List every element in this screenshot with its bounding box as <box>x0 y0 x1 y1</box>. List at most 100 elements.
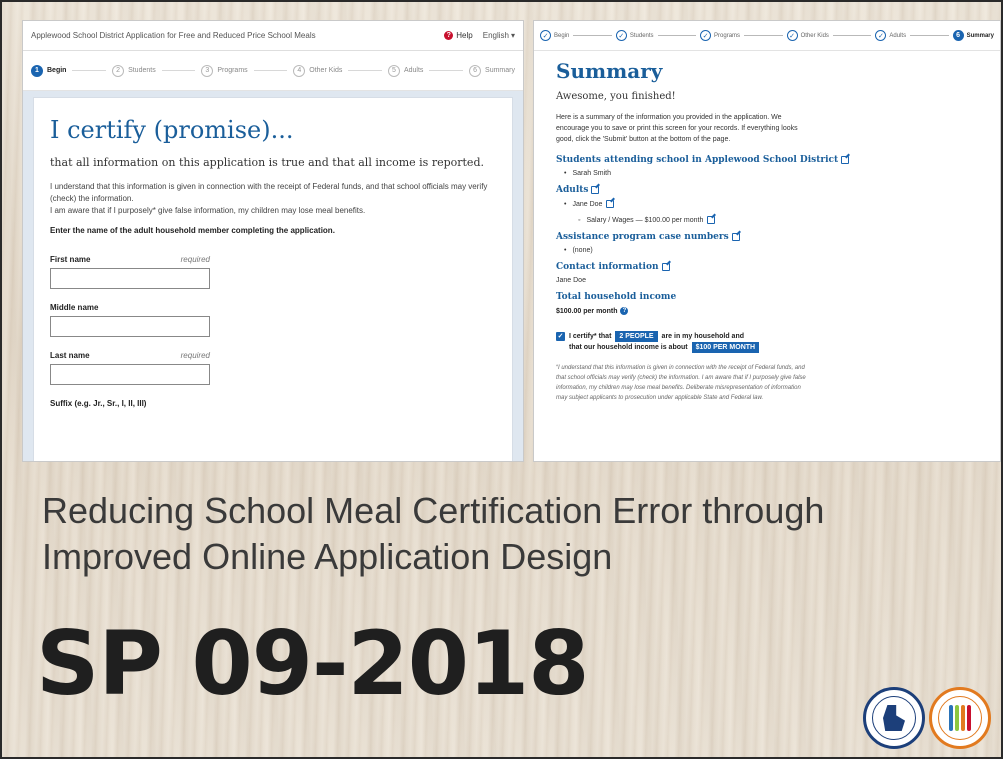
check-icon: ✓ <box>875 30 887 41</box>
step-label: Adults <box>403 67 424 74</box>
adult-name: Jane Doe <box>572 200 603 208</box>
question-icon[interactable]: ? <box>620 307 629 315</box>
suffix-field-group: Suffix (e.g. Jr., Sr., I, II, III) <box>50 399 496 408</box>
step-summary[interactable]: 6 Summary <box>952 30 994 41</box>
certify-body: I understand that this information is gi… <box>50 181 496 217</box>
language-selector[interactable]: English ▾ <box>483 31 515 40</box>
step-label: Summary <box>485 67 515 74</box>
section-title: Students attending school in Applewood S… <box>556 155 839 165</box>
page-title: I certify (promise)... <box>50 116 294 144</box>
certify-mid: are in my household and <box>661 333 745 340</box>
edit-icon[interactable] <box>606 200 615 208</box>
section-title: Assistance program case numbers <box>556 232 729 242</box>
name-instruction: Enter the name of the adult household me… <box>50 226 335 235</box>
certify-card: I certify (promise)... that all informat… <box>33 97 513 461</box>
step-connector <box>910 35 949 36</box>
list-item: (none) <box>564 247 978 254</box>
certify-screen: Applewood School District Application fo… <box>22 20 524 462</box>
step-connector <box>161 70 196 71</box>
edit-icon[interactable] <box>591 186 600 194</box>
step-programs[interactable]: ✓ Programs <box>700 30 740 41</box>
certify-row: ✓ I certify* that 2 PEOPLE are in my hou… <box>556 331 978 353</box>
last-name-label: Last name <box>50 351 90 360</box>
help-link[interactable]: ? Help <box>444 31 473 40</box>
edit-icon[interactable] <box>841 156 850 164</box>
first-name-input[interactable] <box>50 268 210 289</box>
step-label: Students <box>629 32 654 39</box>
suffix-label: Suffix (e.g. Jr., Sr., I, II, III) <box>50 399 147 408</box>
contact-heading: Contact information <box>556 262 978 272</box>
step-label: Summary <box>966 32 994 39</box>
edit-icon[interactable] <box>661 263 670 271</box>
step-label: Programs <box>217 67 248 74</box>
app-title: Applewood School District Application fo… <box>31 31 316 40</box>
certify-body-1: I understand that this information is gi… <box>50 182 488 203</box>
utensil-icon <box>967 705 971 731</box>
summary-intro: Here is a summary of the information you… <box>556 114 798 143</box>
last-name-label-row: Last name required <box>50 351 210 360</box>
app-header: Applewood School District Application fo… <box>23 21 523 51</box>
middle-name-input[interactable] <box>50 316 210 337</box>
middle-name-label: Middle name <box>50 303 99 312</box>
step-number: 2 <box>112 64 125 77</box>
step-label: Begin <box>47 67 67 74</box>
step-connector <box>253 70 288 71</box>
check-icon: ✓ <box>615 30 627 41</box>
step-number: 5 <box>387 64 400 77</box>
step-begin[interactable]: 1 Begin <box>31 64 67 77</box>
step-label: Other Kids <box>309 67 343 74</box>
certify-checkbox[interactable]: ✓ <box>556 332 565 341</box>
edit-icon[interactable] <box>731 233 740 241</box>
summary-lead: Awesome, you finished! <box>556 91 676 102</box>
step-programs[interactable]: 3 Programs <box>201 64 248 77</box>
help-label: Help <box>456 31 473 40</box>
department-of-education-seal-icon <box>863 687 925 749</box>
certify-body-2: I am aware that if I purposely* give fal… <box>50 206 366 215</box>
middle-name-label-row: Middle name <box>50 303 210 312</box>
progress-steps: ✓ Begin ✓ Students ✓ Programs ✓ Other Ki… <box>534 21 1000 51</box>
section-title: Total household income <box>556 292 677 302</box>
check-icon: ✓ <box>786 30 798 41</box>
students-heading: Students attending school in Applewood S… <box>556 155 978 165</box>
step-adults[interactable]: ✓ Adults <box>875 30 906 41</box>
list-item: Salary / Wages — $100.00 per month <box>578 216 978 224</box>
first-name-label: First name <box>50 255 91 264</box>
step-connector <box>832 35 872 36</box>
middle-name-field-group: Middle name <box>50 303 496 337</box>
help-icon: ? <box>444 31 454 40</box>
step-begin[interactable]: ✓ Begin <box>540 30 569 41</box>
step-other-kids[interactable]: ✓ Other Kids <box>786 30 829 41</box>
step-label: Students <box>128 67 156 74</box>
step-adults[interactable]: 5 Adults <box>387 64 424 77</box>
language-label: English <box>482 31 509 40</box>
page-title: Summary <box>556 59 663 83</box>
utensil-icon <box>961 705 965 731</box>
check-icon: ✓ <box>700 30 712 41</box>
summary-body: Summary Awesome, you finished! Here is a… <box>534 51 1000 411</box>
income-value-row: $100.00 per month ? <box>556 307 978 315</box>
step-number: 1 <box>31 64 43 77</box>
step-summary[interactable]: 6 Summary <box>469 64 515 77</box>
step-students[interactable]: 2 Students <box>112 64 156 77</box>
adults-heading: Adults <box>556 185 978 195</box>
section-title: Adults <box>556 185 589 195</box>
step-label: Other Kids <box>800 32 829 39</box>
utensil-icon <box>949 705 953 731</box>
step-connector <box>429 70 464 71</box>
step-number: 6 <box>952 30 964 41</box>
step-number: 6 <box>469 64 482 77</box>
logos <box>863 687 991 749</box>
certify-pre: I certify* that <box>569 333 612 340</box>
people-badge: 2 PEOPLE <box>615 331 658 342</box>
edit-icon[interactable] <box>707 216 716 224</box>
certify-line2: that our household income is about <box>569 344 688 351</box>
step-students[interactable]: ✓ Students <box>615 30 654 41</box>
step-connector <box>657 35 697 36</box>
step-number: 3 <box>201 64 214 77</box>
last-name-field-group: Last name required <box>50 351 496 385</box>
check-icon: ✓ <box>540 30 551 41</box>
step-other-kids[interactable]: 4 Other Kids <box>293 64 343 77</box>
last-name-input[interactable] <box>50 364 210 385</box>
step-label: Programs <box>714 32 741 39</box>
contact-value: Jane Doe <box>556 277 586 284</box>
